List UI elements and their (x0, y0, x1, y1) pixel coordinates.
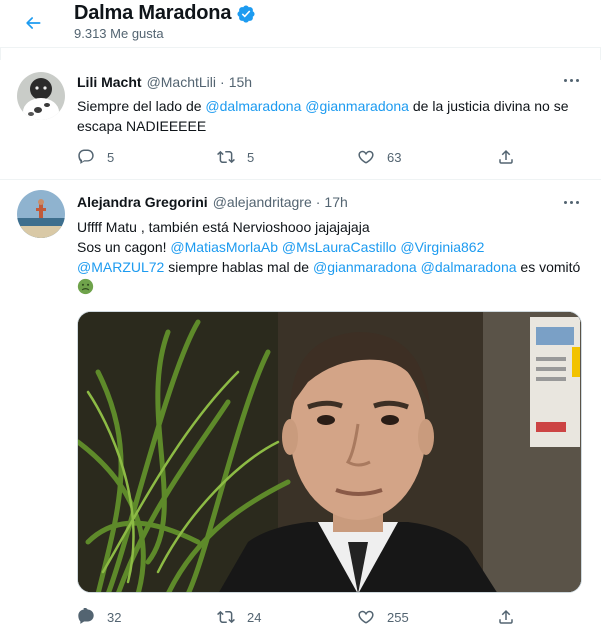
mention-link[interactable]: @Virginia862 (400, 239, 484, 255)
author-handle[interactable]: @MachtLili (147, 74, 216, 90)
mention-link[interactable]: @MARZUL72 (77, 259, 164, 275)
reply-icon (78, 608, 94, 624)
tweet-media-photo[interactable] (77, 311, 582, 593)
tweet-card[interactable]: Lili Macht @MachtLili · 15h Siempre del … (0, 60, 601, 180)
more-options-button[interactable] (559, 192, 583, 212)
profile-name: Dalma Maradona (74, 2, 232, 24)
more-options-button[interactable] (559, 70, 583, 90)
tweet-text-line: Uffff Matu , también está Nervioshooo ja… (77, 219, 370, 235)
mention-link[interactable]: @gianmaradona (313, 259, 417, 275)
photo-image (78, 312, 581, 592)
retweet-button[interactable]: 24 (217, 607, 322, 627)
tweet-header: Alejandra Gregorini @alejandritagre · 17… (77, 192, 348, 212)
tweet-text: Uffff Matu , también está Nervioshooo ja… (77, 217, 582, 297)
reply-button[interactable]: 5 (77, 147, 182, 167)
mention-link[interactable]: @gianmaradona (305, 98, 409, 114)
tweet-text-segment: siempre hablas mal de (164, 259, 313, 275)
separator-dot: · (315, 194, 321, 210)
retweet-count: 24 (247, 609, 262, 625)
mention-link[interactable]: @dalmaradona (205, 98, 301, 114)
back-button[interactable] (16, 6, 50, 40)
mention-link[interactable]: @MsLauraCastillo (282, 239, 397, 255)
like-count: 63 (387, 149, 402, 165)
tweet-timestamp[interactable]: 17h (324, 194, 347, 210)
retweet-button[interactable]: 5 (217, 147, 322, 167)
tweet-text-segment: es vomitó (516, 259, 581, 275)
retweet-icon (217, 150, 235, 164)
like-button[interactable]: 63 (357, 147, 462, 167)
retweet-icon (217, 610, 235, 624)
author-name[interactable]: Lili Macht (77, 74, 142, 90)
tweet-header: Lili Macht @MachtLili · 15h (77, 72, 252, 92)
separator-dot: · (220, 74, 225, 90)
share-button[interactable] (497, 607, 517, 627)
share-button[interactable] (497, 147, 517, 167)
tweet-actions: 5 5 63 (77, 147, 517, 167)
reply-icon (78, 149, 94, 164)
tweet-text-line: @MARZUL72 siempre hablas mal de @gianmar… (77, 257, 582, 297)
like-count: 255 (387, 609, 409, 625)
header-title-row: Dalma Maradona (74, 2, 256, 25)
tweet-card[interactable]: Alejandra Gregorini @alejandritagre · 17… (0, 180, 601, 643)
retweet-count: 5 (247, 149, 255, 165)
reply-count: 5 (107, 149, 115, 165)
arrow-left-icon (26, 17, 41, 29)
tweet-actions: 32 24 255 (77, 607, 517, 627)
mention-link[interactable]: @MatiasMorlaAb (170, 239, 278, 255)
share-icon (499, 149, 513, 164)
avatar[interactable] (17, 190, 65, 238)
heart-icon (358, 150, 374, 164)
likes-count-label: 9.313 Me gusta (74, 26, 164, 41)
share-icon (499, 609, 513, 624)
mention-link[interactable]: @dalmaradona (421, 259, 517, 275)
verified-badge-icon (237, 4, 255, 23)
tweet-text-segment: Siempre del lado de (77, 98, 206, 114)
tweet-text-segment: Sos un cagon! (77, 239, 171, 255)
tweet-timestamp[interactable]: 15h (229, 74, 252, 90)
profile-header: Dalma Maradona 9.313 Me gusta (0, 0, 601, 48)
avatar[interactable] (17, 72, 65, 120)
tweet-text: Siempre del lado de @dalmaradona @gianma… (77, 96, 582, 136)
heart-icon (358, 610, 374, 624)
author-handle[interactable]: @alejandritagre (213, 194, 312, 210)
reply-button[interactable]: 32 (77, 607, 182, 627)
nauseated-face-icon (77, 278, 94, 295)
reply-count: 32 (107, 609, 122, 625)
like-button[interactable]: 255 (357, 607, 462, 627)
tweet-text-line: Sos un cagon! @MatiasMorlaAb @MsLauraCas… (77, 237, 582, 257)
author-name[interactable]: Alejandra Gregorini (77, 194, 208, 210)
